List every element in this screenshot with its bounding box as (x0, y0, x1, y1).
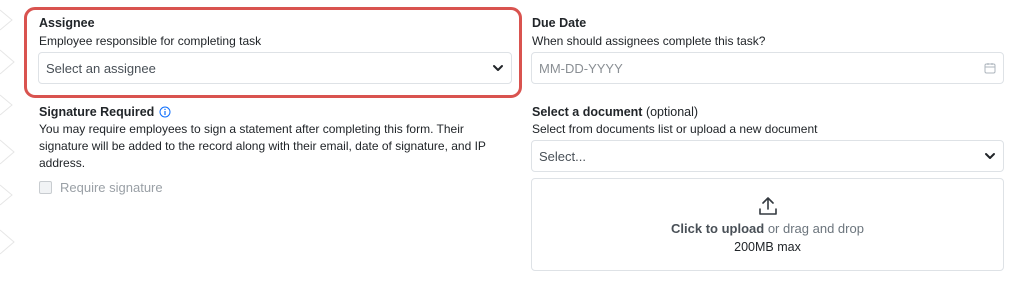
info-icon[interactable] (159, 106, 171, 118)
calendar-icon[interactable] (984, 62, 996, 74)
require-signature-checkbox[interactable] (39, 181, 52, 194)
drag-drop-text: or drag and drop (767, 221, 864, 236)
signature-description: You may require employees to sign a stat… (39, 122, 486, 170)
upload-icon (758, 197, 777, 215)
chevron-down-icon (493, 65, 503, 71)
chevron-down-icon (985, 153, 995, 159)
upload-dropzone[interactable]: Click to upload or drag and drop 200MB m… (531, 178, 1004, 271)
signature-label: Signature Required (39, 105, 155, 119)
assignee-label: Assignee (39, 16, 95, 30)
upload-instructions: Click to upload or drag and drop (671, 221, 864, 236)
assignee-description: Employee responsible for completing task (39, 34, 262, 48)
click-to-upload-link[interactable]: Click to upload (671, 221, 764, 236)
document-select-value: Select... (539, 148, 586, 164)
document-label-row: Select a document (optional) (532, 105, 698, 119)
due-date-label: Due Date (532, 16, 587, 30)
background-pattern (0, 9, 15, 255)
require-signature-row[interactable]: Require signature (39, 180, 163, 195)
upload-size-limit: 200MB max (734, 240, 801, 254)
signature-label-row: Signature Required (39, 105, 171, 119)
document-description: Select from documents list or upload a n… (532, 122, 818, 136)
document-label: Select a document (532, 105, 643, 119)
document-optional: (optional) (645, 105, 699, 119)
assignee-select[interactable]: Select an assignee (38, 52, 512, 84)
assignee-select-value: Select an assignee (46, 60, 156, 76)
document-select[interactable]: Select... (531, 140, 1004, 172)
due-date-description: When should assignees complete this task… (532, 34, 766, 48)
require-signature-label: Require signature (60, 180, 163, 195)
due-date-input[interactable]: MM-DD-YYYY (531, 52, 1004, 84)
due-date-placeholder: MM-DD-YYYY (539, 60, 623, 76)
